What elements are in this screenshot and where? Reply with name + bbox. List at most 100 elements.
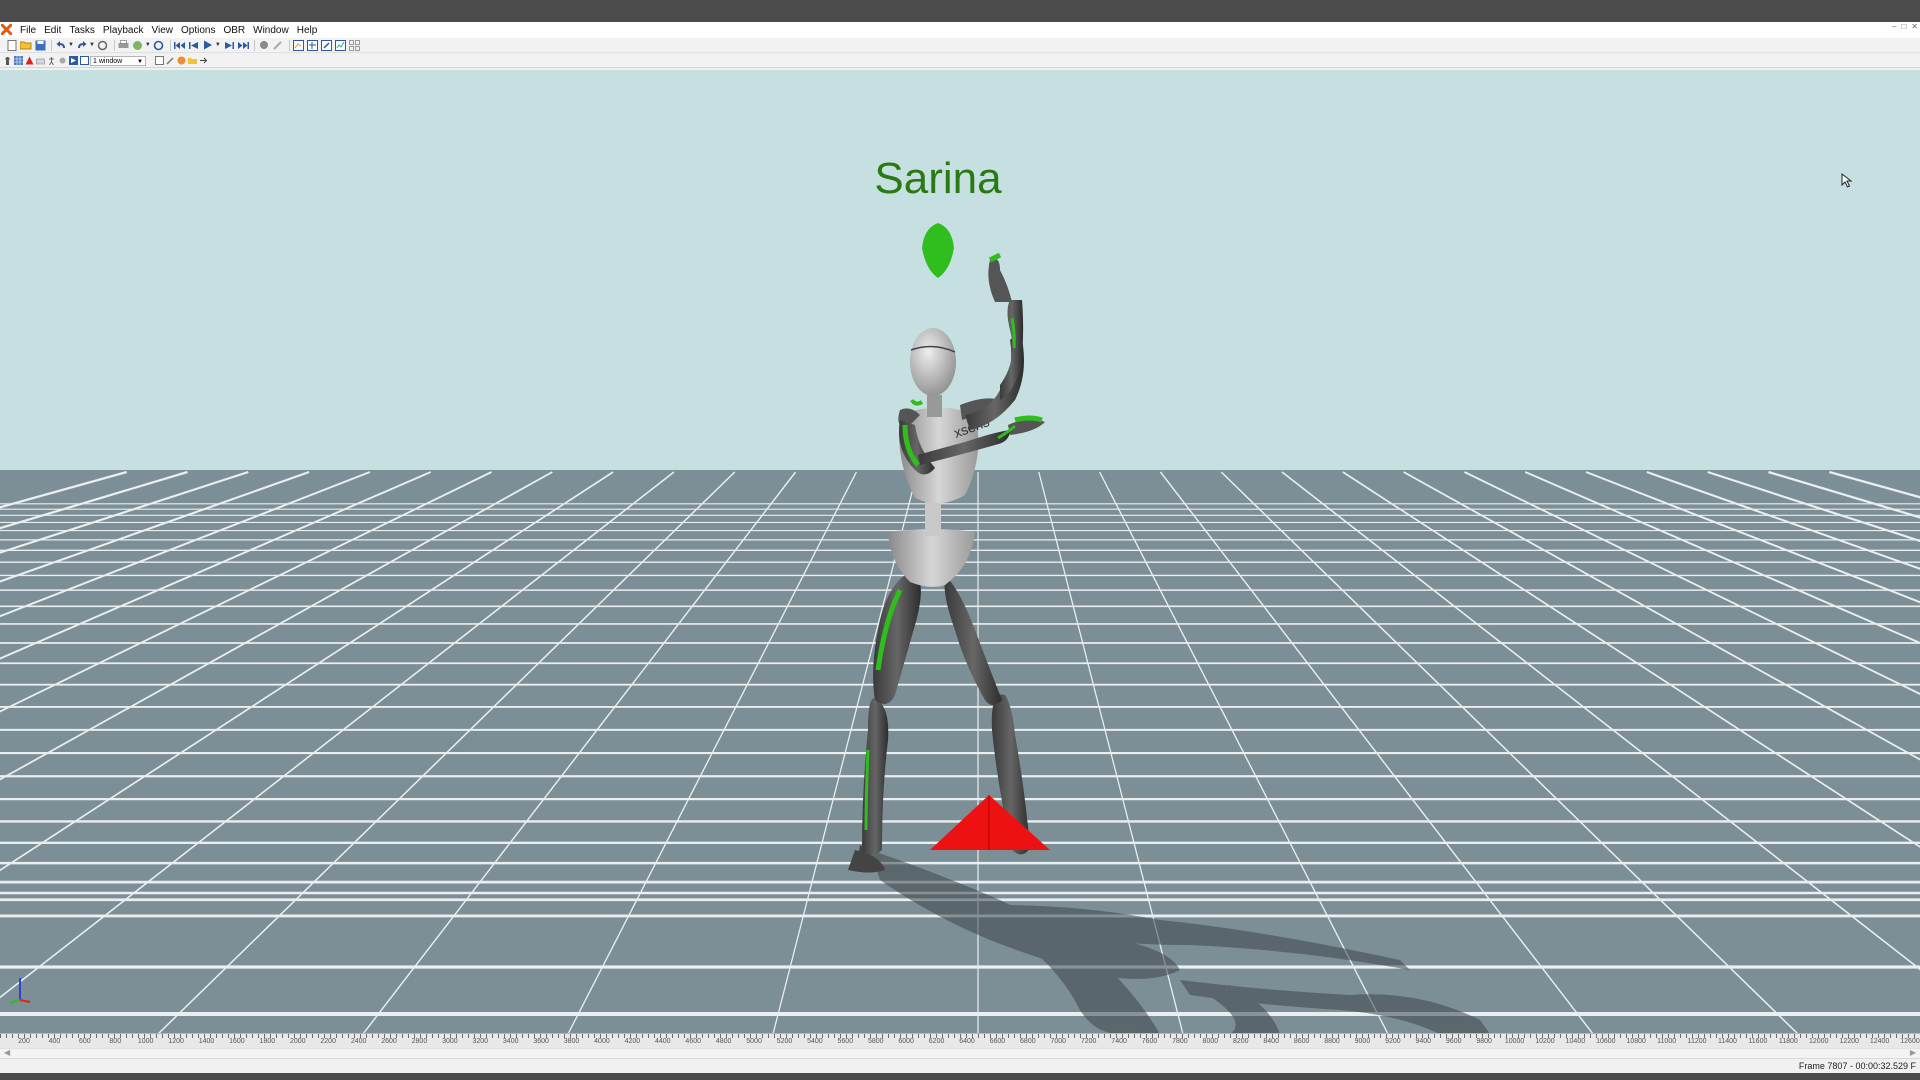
timeline-tick-label: 10400: [1565, 1038, 1586, 1045]
timeline-tick-label: 2000: [289, 1038, 306, 1045]
print-icon[interactable]: [118, 39, 130, 51]
timeline-tick-label: 9800: [1476, 1038, 1492, 1045]
menu-options[interactable]: Options: [177, 23, 219, 37]
marker-tool-icon[interactable]: [272, 39, 284, 51]
window-layout-value: 1 window: [93, 57, 123, 65]
grid-toggle-icon[interactable]: [13, 56, 23, 66]
graph-view-icon[interactable]: [307, 39, 319, 51]
skip-to-end-icon[interactable]: [237, 39, 249, 51]
arrow-icon[interactable]: [198, 56, 208, 66]
close-icon[interactable]: ✕: [1911, 22, 1918, 32]
undo-icon[interactable]: [55, 39, 67, 51]
timeline-tick-label: 6600: [989, 1038, 1006, 1045]
restore-icon[interactable]: □: [1901, 22, 1906, 32]
mouse-cursor-icon: [1841, 173, 1853, 188]
folder-icon[interactable]: [187, 56, 197, 66]
timeline-tick-label: 4800: [715, 1038, 732, 1045]
skip-to-start-icon[interactable]: [173, 39, 186, 51]
export-dropdown-icon[interactable]: ▼: [145, 42, 151, 48]
timeline-tick-label: 8000: [1202, 1038, 1219, 1045]
center-of-mass-icon[interactable]: [57, 56, 67, 66]
chart-view-icon[interactable]: [293, 39, 305, 51]
timeline-tick-label: 5200: [776, 1038, 793, 1045]
refresh-icon[interactable]: [153, 39, 165, 51]
minimize-icon[interactable]: –: [1892, 22, 1896, 32]
menu-tasks[interactable]: Tasks: [65, 23, 99, 37]
timeline-tick-label: 3800: [563, 1038, 580, 1045]
export-icon[interactable]: [132, 39, 144, 51]
play-dropdown-icon[interactable]: ▼: [215, 42, 221, 48]
play-icon[interactable]: [202, 39, 214, 51]
timeline-tick-label: 1000: [137, 1038, 154, 1045]
menu-playback[interactable]: Playback: [99, 23, 148, 37]
timeline-tick-label: 11000: [1657, 1038, 1677, 1045]
menu-obr[interactable]: OBR: [219, 23, 249, 37]
timeline-tick-label: 7400: [1111, 1038, 1127, 1045]
frame-info: Frame 7807 - 00:00:32.529 F: [1798, 1061, 1916, 1071]
timeline-tick-label: 12000: [1809, 1038, 1829, 1045]
timeline-tick-label: 7000: [1050, 1038, 1067, 1045]
timeline-tick-label: 600: [78, 1038, 91, 1045]
view-toolbar: 1 window ▼: [0, 54, 1920, 68]
timeline-tick-label: 2400: [350, 1038, 367, 1045]
record-icon[interactable]: [258, 39, 270, 51]
timeline-tick-label: 11800: [1778, 1038, 1798, 1045]
toolbar-separator: [253, 39, 255, 51]
timeline-ruler[interactable]: 200 400 600 800 1000 1200 1400 1600 1800 2000 2200…: [0, 1033, 1920, 1048]
horizontal-scrollbar[interactable]: ◀ ▶: [0, 1048, 1920, 1058]
camera-follow-icon[interactable]: [68, 56, 78, 66]
timeline-tick-label: 8200: [1232, 1038, 1249, 1045]
step-forward-icon[interactable]: [223, 39, 235, 51]
undo-dropdown-icon[interactable]: ▼: [68, 42, 74, 48]
edit-pencil-icon[interactable]: [165, 56, 175, 66]
avatar-view-icon[interactable]: [2, 56, 12, 66]
redo-icon[interactable]: [76, 39, 88, 51]
edit-view-icon[interactable]: [321, 39, 333, 51]
timeline-tick-label: 4600: [685, 1038, 702, 1045]
marker-toggle-icon[interactable]: [24, 56, 34, 66]
timeline-tick-label: 9400: [1415, 1038, 1432, 1045]
menu-help[interactable]: Help: [293, 23, 322, 37]
timeline-tick-label: 5800: [867, 1038, 884, 1045]
timeline-tick-label: 3400: [502, 1038, 519, 1045]
menu-bar: File Edit Tasks Playback View Options OBR Windo…: [0, 22, 1920, 39]
step-back-icon[interactable]: [188, 39, 200, 51]
menu-edit[interactable]: Edit: [40, 23, 65, 37]
menu-window[interactable]: Window: [249, 23, 293, 37]
timeline-tick-label: 3000: [442, 1038, 458, 1045]
timeline-tick-label: 2800: [411, 1038, 428, 1045]
checkbox-icon[interactable]: [154, 56, 164, 66]
timeline-tick-label: 12200: [1839, 1038, 1859, 1045]
skeleton-toggle-icon[interactable]: [46, 56, 56, 66]
timeline-tick-label: 800: [109, 1038, 122, 1045]
layout-grid-icon[interactable]: [349, 39, 361, 51]
timeline-tick-label: 6000: [898, 1038, 914, 1045]
save-icon[interactable]: [34, 39, 46, 51]
scroll-left-icon[interactable]: ◀: [4, 1048, 10, 1057]
timeline-tick-label: 9600: [1445, 1038, 1462, 1045]
timeline-tick-label: 5000: [746, 1038, 762, 1045]
character-name-label: Sarina: [874, 154, 1002, 203]
window-layout-icon[interactable]: [79, 56, 89, 66]
scroll-right-icon[interactable]: ▶: [1910, 1048, 1916, 1057]
timeline-tick-label: 10800: [1626, 1038, 1646, 1045]
timeline-tick-label: 3600: [533, 1038, 549, 1045]
floor-toggle-icon[interactable]: [35, 56, 45, 66]
redo-dropdown-icon[interactable]: ▼: [89, 42, 95, 48]
timeline-tick-label: 1400: [198, 1038, 215, 1045]
menu-view[interactable]: View: [148, 23, 178, 37]
3d-viewport[interactable]: xsens: [0, 70, 1920, 1034]
timeline-tick-label: 10600: [1596, 1038, 1616, 1045]
timeline-tick-label: 8400: [1263, 1038, 1279, 1045]
reprocess-icon[interactable]: [97, 39, 109, 51]
new-file-icon[interactable]: [6, 39, 18, 51]
toolbar-separator: [288, 39, 290, 51]
window-layout-select[interactable]: 1 window ▼: [90, 55, 146, 66]
status-bar: Frame 7807 - 00:00:32.529 F: [0, 1058, 1920, 1073]
plot-view-icon[interactable]: [335, 39, 347, 51]
menu-file[interactable]: File: [16, 23, 40, 37]
timeline-tick-label: 4200: [624, 1038, 641, 1045]
timeline-tick-label: 8600: [1293, 1038, 1310, 1045]
color-palette-icon[interactable]: [176, 56, 186, 66]
open-folder-icon[interactable]: [20, 39, 32, 51]
